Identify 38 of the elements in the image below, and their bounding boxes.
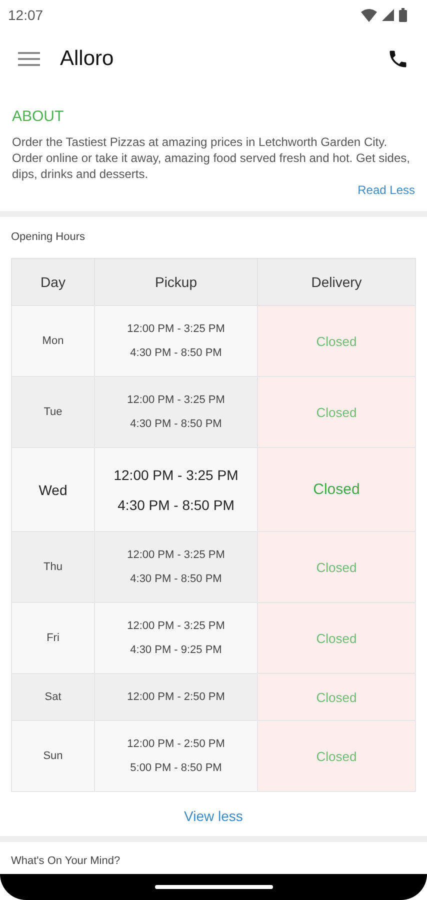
delivery-cell: Closed (258, 674, 416, 720)
wifi-icon (361, 8, 377, 22)
signal-icon (382, 9, 394, 21)
phone-button[interactable] (387, 48, 409, 70)
day-cell: Thu (12, 532, 94, 602)
day-cell: Fri (12, 602, 94, 674)
section-title: Opening Hours (11, 231, 86, 243)
delivery-cell: Closed (258, 602, 416, 674)
view-less-link[interactable]: View less (184, 808, 243, 824)
column-header: Pickup (94, 258, 258, 306)
delivery-cell: Closed (258, 306, 416, 376)
pickup-cell: 12:00 PM - 3:25 PM 4:30 PM - 8:50 PM (94, 376, 258, 448)
battery-icon (399, 8, 407, 22)
home-handle[interactable] (154, 885, 272, 889)
delivery-cell: Closed (258, 376, 416, 448)
menu-button[interactable] (18, 51, 40, 67)
section-heading: ABOUT (12, 108, 65, 125)
read-less-link[interactable]: Read Less (358, 183, 415, 197)
pickup-cell: 12:00 PM - 3:25 PM 4:30 PM - 8:50 PM (94, 532, 258, 602)
pickup-cell: 12:00 PM - 2:50 PM (94, 674, 258, 720)
day-cell: Wed (12, 448, 94, 532)
day-cell: Sun (12, 720, 94, 792)
status-time: 12:07 (8, 7, 44, 23)
day-cell: Tue (12, 376, 94, 448)
column-header: Delivery (258, 258, 416, 306)
section-title: What's On Your Mind? (11, 855, 122, 867)
day-cell: Sat (12, 674, 94, 720)
delivery-cell: Closed (258, 448, 416, 532)
pickup-cell: 12:00 PM - 3:25 PM 4:30 PM - 9:25 PM (94, 602, 258, 674)
about-text: Order the Tastiest Pizzas at amazing prices in Letchworth Garden City. Order online or take it away, amazing food served fresh and hot. Get sides, dips, drinks and desserts. (12, 134, 411, 182)
delivery-cell: Closed (258, 532, 416, 602)
pickup-cell: 12:00 PM - 3:25 PM 4:30 PM - 8:50 PM (94, 306, 258, 376)
pickup-cell: 12:00 PM - 3:25 PM 4:30 PM - 8:50 PM (94, 448, 258, 532)
day-cell: Mon (12, 306, 94, 376)
app-title: Alloro (60, 47, 115, 71)
delivery-cell: Closed (258, 720, 416, 792)
column-header: Day (12, 258, 94, 306)
pickup-cell: 12:00 PM - 2:50 PM 5:00 PM - 8:50 PM (94, 720, 258, 792)
